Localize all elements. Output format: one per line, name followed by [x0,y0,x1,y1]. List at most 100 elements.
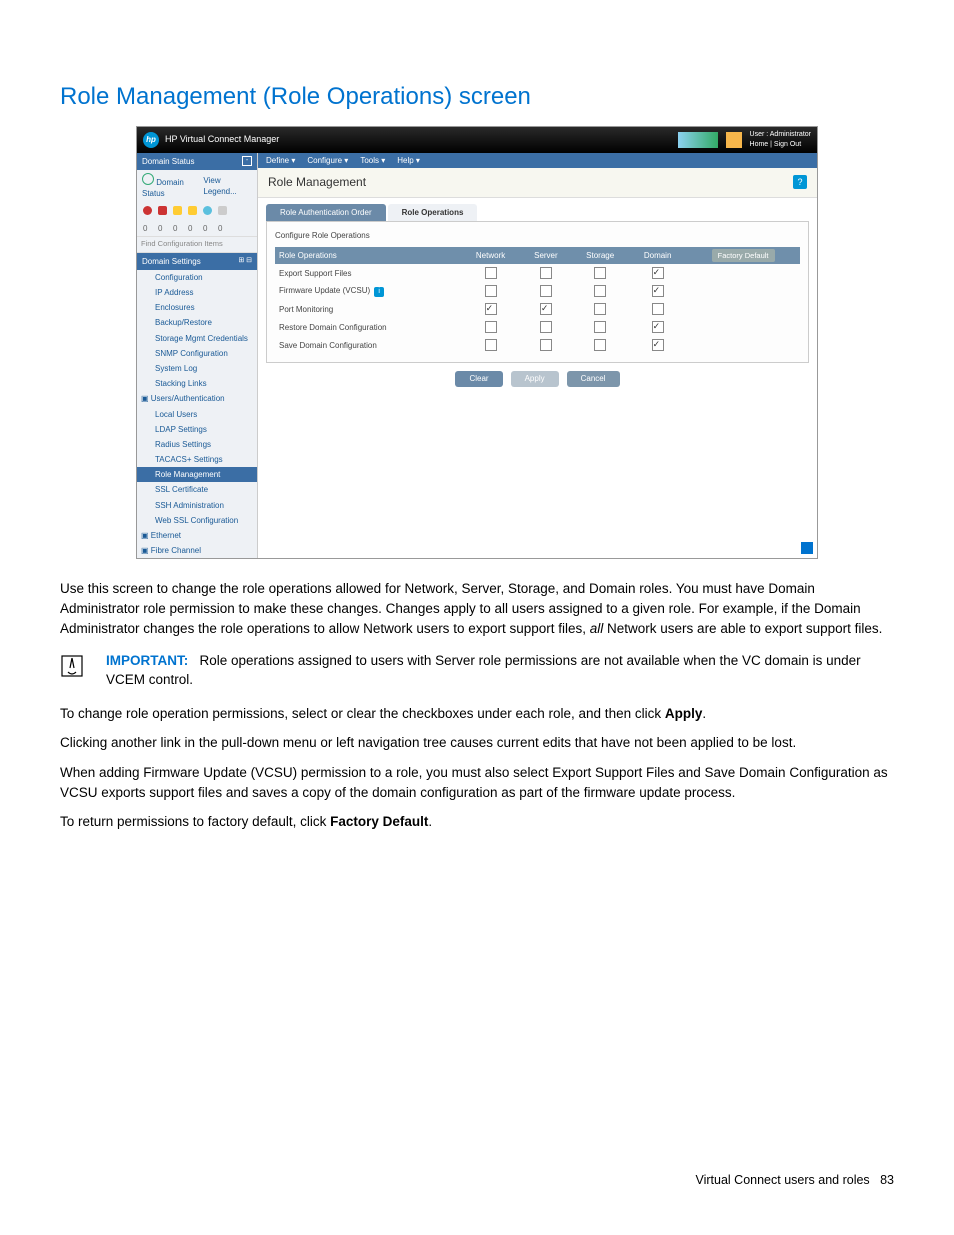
sidebar-item[interactable]: Stacking Links [137,376,257,391]
col-server: Server [521,247,572,265]
checkbox-cell [521,300,572,318]
checkbox[interactable] [594,303,606,315]
col-domain: Domain [629,247,686,265]
col-storage: Storage [571,247,629,265]
main-title-bar: Role Management ? [258,168,817,198]
checkbox[interactable] [540,285,552,297]
menu-item[interactable]: Tools ▾ [360,155,385,166]
checkbox[interactable] [594,339,606,351]
status-dot-icon [143,206,152,215]
checkbox[interactable] [540,321,552,333]
view-legend-link[interactable]: View Legend... [203,175,252,197]
sidebar-item[interactable]: Radius Settings [137,437,257,452]
ethernet-header[interactable]: ▣ Ethernet [137,528,257,543]
checkbox[interactable] [652,339,664,351]
table-row: Firmware Update (VCSU)i [275,282,800,300]
checkbox[interactable] [485,267,497,279]
tab-role-auth-order[interactable]: Role Authentication Order [266,204,386,221]
status-info-icon [203,206,212,215]
main-title: Role Management [268,174,366,191]
cancel-button[interactable]: Cancel [567,371,620,386]
change-perms-paragraph: To change role operation permissions, se… [60,704,894,724]
checkbox[interactable] [485,339,497,351]
checkbox-cell [571,264,629,282]
checkbox[interactable] [594,285,606,297]
expand-icons[interactable]: ⊞ ⊟ [238,256,252,266]
important-note: IMPORTANT: Role operations assigned to u… [60,652,894,690]
checkbox[interactable] [485,285,497,297]
factory-default-button[interactable]: Factory Default [712,249,775,262]
sidebar-item[interactable]: Storage Mgmt Credentials [137,331,257,346]
sidebar-item[interactable]: Web SSL Configuration [137,513,257,528]
checkbox[interactable] [594,321,606,333]
checkbox[interactable] [652,285,664,297]
banner-graphic [678,132,718,148]
vcsu-paragraph: When adding Firmware Update (VCSU) permi… [60,763,894,802]
checkbox-cell [521,336,572,354]
sidebar-item[interactable]: SSL Certificate [137,482,257,497]
row-label: Firmware Update (VCSU)i [275,282,461,300]
sidebar-item[interactable]: IP Address [137,285,257,300]
sidebar-item[interactable]: Role Management [137,467,257,482]
checkbox[interactable] [540,303,552,315]
col-factory: Factory Default [686,247,800,265]
page-heading: Role Management (Role Operations) screen [60,80,894,114]
status-down-icon [158,206,167,215]
home-icon[interactable] [726,132,742,148]
row-label: Port Monitoring [275,300,461,318]
checkbox[interactable] [652,321,664,333]
domain-status-row[interactable]: Domain Status View Legend... [137,170,257,202]
menu-item[interactable]: Configure ▾ [307,155,348,166]
table-row: Restore Domain Configuration [275,318,800,336]
table-row: Port Monitoring [275,300,800,318]
clear-button[interactable]: Clear [455,371,502,386]
checkbox-cell [461,300,521,318]
sidebar-item[interactable]: Backup/Restore [137,315,257,330]
find-config-input[interactable]: Find Configuration Items [137,236,257,253]
menubar: Define ▾ Configure ▾ Tools ▾ Help ▾ [258,153,817,168]
page-footer: Virtual Connect users and roles 83 [60,1172,894,1190]
checkbox[interactable] [652,303,664,315]
checkbox-cell [629,282,686,300]
sidebar-item[interactable]: Local Users [137,407,257,422]
sidebar-item[interactable]: SSH Administration [137,498,257,513]
checkbox-cell [571,318,629,336]
titlebar: hp HP Virtual Connect Manager User : Adm… [137,127,817,153]
checkbox[interactable] [594,267,606,279]
sidebar-item[interactable]: LDAP Settings [137,422,257,437]
menu-item[interactable]: Define ▾ [266,155,295,166]
important-icon [60,652,86,690]
checkbox[interactable] [540,267,552,279]
checkbox-cell [629,300,686,318]
checkbox[interactable] [485,321,497,333]
sidebar-item[interactable]: System Log [137,361,257,376]
menu-item[interactable]: Help ▾ [397,155,420,166]
intro-paragraph: Use this screen to change the role opera… [60,579,894,638]
sidebar-item[interactable]: Enclosures [137,300,257,315]
main-panel: Define ▾ Configure ▾ Tools ▾ Help ▾ Role Ma… [258,153,817,559]
checkbox[interactable] [540,339,552,351]
corner-icon[interactable] [801,542,813,554]
domain-settings-header[interactable]: Domain Settings ⊞ ⊟ [137,253,257,270]
info-icon[interactable]: i [374,287,384,297]
row-label: Export Support Files [275,264,461,282]
sidebar-item[interactable]: Configuration [137,270,257,285]
home-signout-links[interactable]: Home | Sign Out [750,140,811,150]
collapse-icon[interactable]: - [242,156,252,166]
apply-button[interactable]: Apply [511,371,559,386]
checkbox[interactable] [485,303,497,315]
hp-logo-icon: hp [143,132,159,148]
tab-bar: Role Authentication Order Role Operation… [258,198,817,221]
checkbox-cell [521,318,572,336]
tab-role-operations[interactable]: Role Operations [388,204,478,221]
panel-label: Configure Role Operations [275,230,800,241]
help-icon[interactable]: ? [793,175,807,189]
fibre-header[interactable]: ▣ Fibre Channel [137,543,257,558]
checkbox[interactable] [652,267,664,279]
checkbox-cell [571,336,629,354]
status-unknown-icon [218,206,227,215]
sidebar-item[interactable]: TACACS+ Settings [137,452,257,467]
row-label: Restore Domain Configuration [275,318,461,336]
sidebar-item[interactable]: SNMP Configuration [137,346,257,361]
users-auth-header[interactable]: ▣ Users/Authentication [137,391,257,406]
